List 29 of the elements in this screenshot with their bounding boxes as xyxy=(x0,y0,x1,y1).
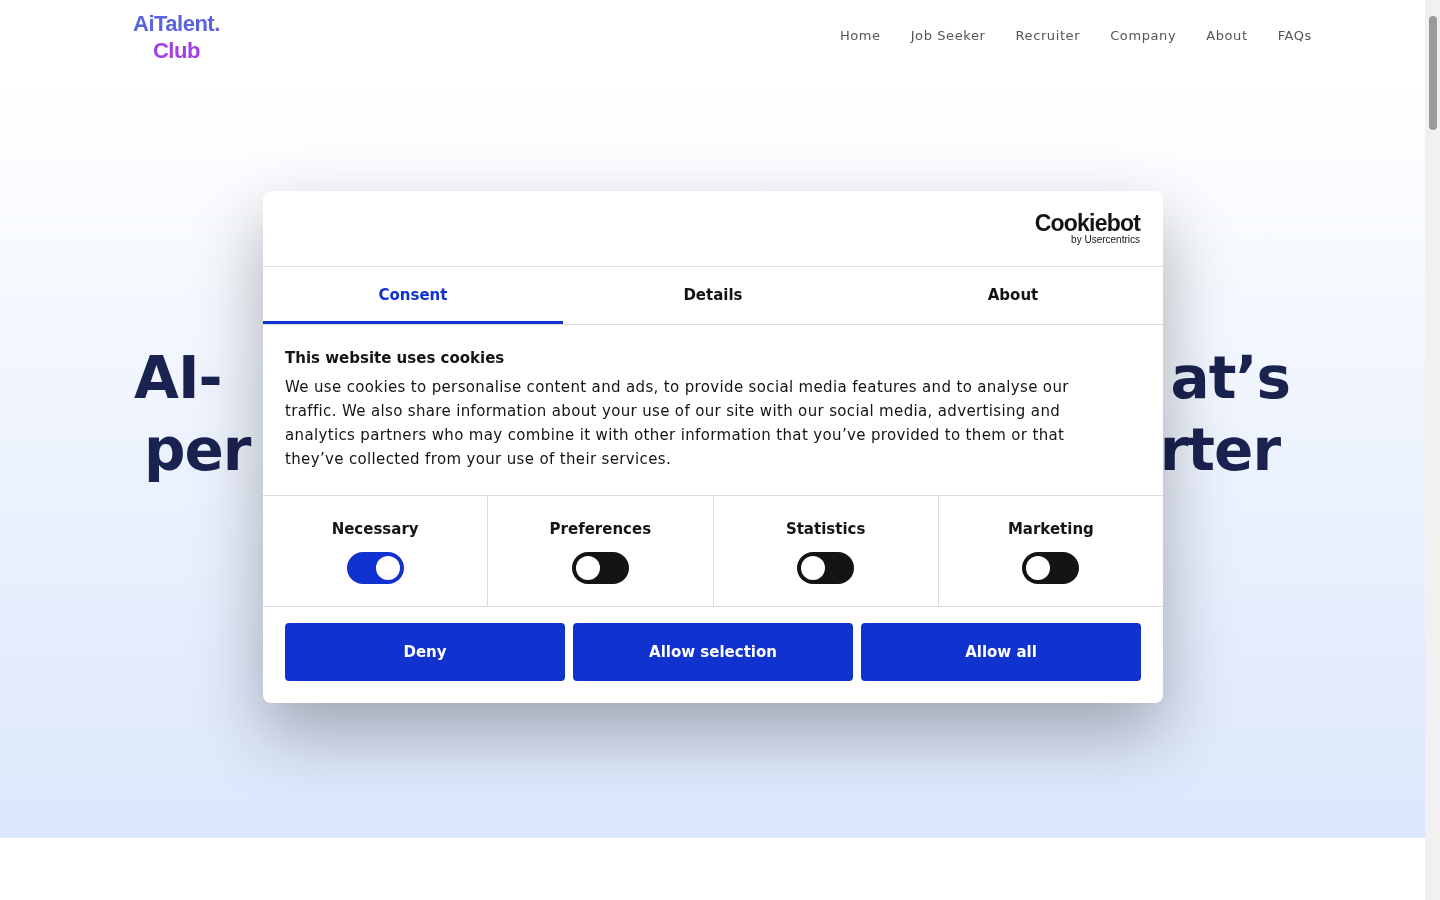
tab[interactable]: Details xyxy=(563,267,863,324)
tab[interactable]: Consent xyxy=(263,267,563,324)
nav-link[interactable]: About xyxy=(1206,28,1248,43)
dialog-button[interactable]: Deny xyxy=(285,623,565,681)
brand-logo: Cookiebot by Usercentrics xyxy=(1034,211,1140,246)
category-label: Necessary xyxy=(331,520,419,538)
hero-heading: AI- xyxy=(134,343,222,414)
logo[interactable]: AiTalent. Club xyxy=(133,10,220,64)
dialog-button[interactable]: Allow selection xyxy=(573,623,853,681)
dialog-button[interactable]: Allow all xyxy=(861,623,1141,681)
scrollbar-thumb[interactable] xyxy=(1429,16,1437,130)
hero-heading: rter xyxy=(1159,415,1280,486)
toggle-switch[interactable] xyxy=(797,552,855,584)
nav-link[interactable]: Recruiter xyxy=(1015,28,1081,43)
toggle-switch[interactable] xyxy=(1022,552,1080,584)
hero-heading: at’s xyxy=(1170,343,1290,414)
dialog-heading: This website uses cookies xyxy=(285,349,506,367)
category-label: Preferences xyxy=(549,520,652,538)
nav-link[interactable]: Company xyxy=(1110,28,1177,43)
tab[interactable]: About xyxy=(863,267,1163,324)
dialog-body-text: We use cookies to personalise content and ads, to provide social media features and to analyse our traffic. We also share information about your use of our site with our social media, advertising and analytics partners who may combine it with other information that you’ve provided to them or that they’ve collected from your use of their services. xyxy=(285,377,1070,470)
category-label: Marketing xyxy=(1007,520,1094,538)
nav-link[interactable]: Home xyxy=(839,28,881,43)
toggle-switch[interactable] xyxy=(571,552,629,584)
nav-link[interactable]: FAQs xyxy=(1277,28,1312,43)
nav-link[interactable]: Job Seeker xyxy=(910,28,986,43)
hero-heading: per xyxy=(144,415,251,486)
category-label: Statistics xyxy=(785,520,866,538)
toggle-switch[interactable] xyxy=(346,552,404,584)
